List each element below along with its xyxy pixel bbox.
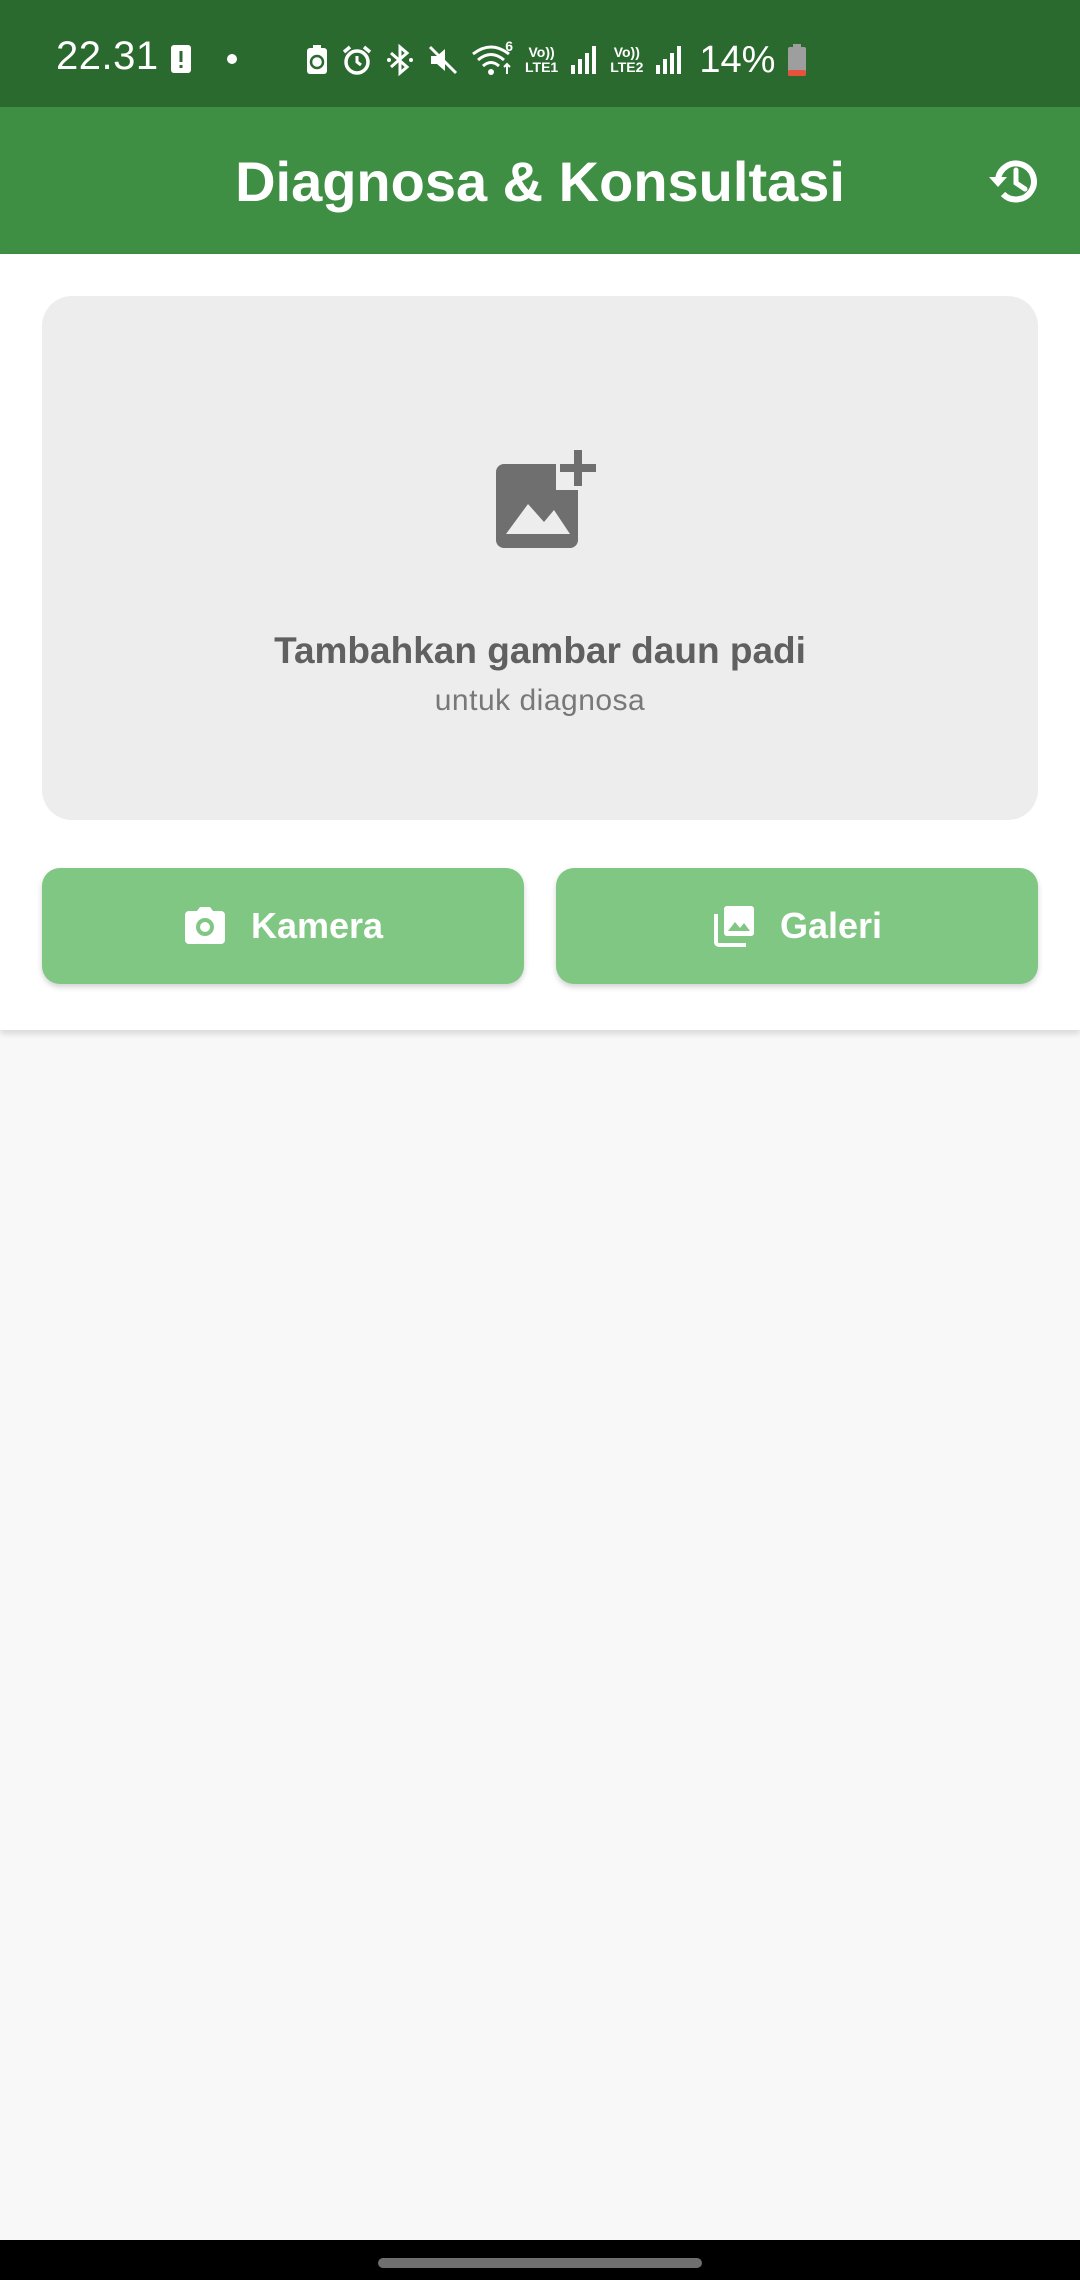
app-bar: Diagnosa & Konsultasi <box>0 107 1080 254</box>
status-time: 22.31 <box>56 34 159 78</box>
alert-icon <box>170 43 192 75</box>
lte2-top: Vo)) <box>613 44 640 60</box>
upload-title: Tambahkan gambar daun padi <box>274 630 806 671</box>
lte2-indicator: Vo)) LTE2 <box>610 45 643 75</box>
recycle-battery-icon <box>305 44 329 76</box>
image-drop-zone[interactable]: Tambahkan gambar daun padi untuk diagnos… <box>42 296 1038 820</box>
bluetooth-icon <box>385 43 415 77</box>
add-photo-icon <box>490 446 600 556</box>
alarm-icon <box>341 44 373 76</box>
dot-icon <box>226 53 238 65</box>
camera-button-label: Kamera <box>250 905 384 946</box>
camera-icon <box>183 904 227 948</box>
page-title: Diagnosa & Konsultasi <box>235 150 845 213</box>
wifi-icon: 6 <box>471 38 513 76</box>
upload-card: Tambahkan gambar daun padi untuk diagnos… <box>0 254 1080 1030</box>
history-button[interactable] <box>982 151 1048 217</box>
lte2-bottom: LTE2 <box>610 59 644 75</box>
system-nav-bar <box>0 2240 1080 2280</box>
signal-icon <box>655 45 683 75</box>
lte1-bottom: LTE1 <box>525 59 559 75</box>
wifi-badge: 6 <box>505 38 513 54</box>
lte1-top: Vo)) <box>528 44 555 60</box>
lte1-indicator: Vo)) LTE1 <box>525 45 558 75</box>
gallery-button[interactable]: Galeri <box>556 868 1038 984</box>
history-icon <box>986 153 1044 216</box>
status-right-icons: 6 Vo)) LTE1 Vo)) LTE2 14% <box>305 38 807 81</box>
status-bar: 22.31 6 Vo)) LTE1 Vo)) LTE2 14% <box>0 0 1080 107</box>
camera-button[interactable]: Kamera <box>42 868 524 984</box>
gallery-button-label: Galeri <box>779 905 883 946</box>
battery-icon <box>787 43 807 77</box>
battery-percent: 14% <box>699 39 776 81</box>
signal-icon <box>570 45 598 75</box>
gallery-icon <box>712 904 756 948</box>
upload-subtitle: untuk diagnosa <box>434 684 646 717</box>
mute-icon <box>427 44 459 76</box>
home-gesture-handle[interactable] <box>378 2258 702 2268</box>
status-left-icons <box>170 42 238 76</box>
